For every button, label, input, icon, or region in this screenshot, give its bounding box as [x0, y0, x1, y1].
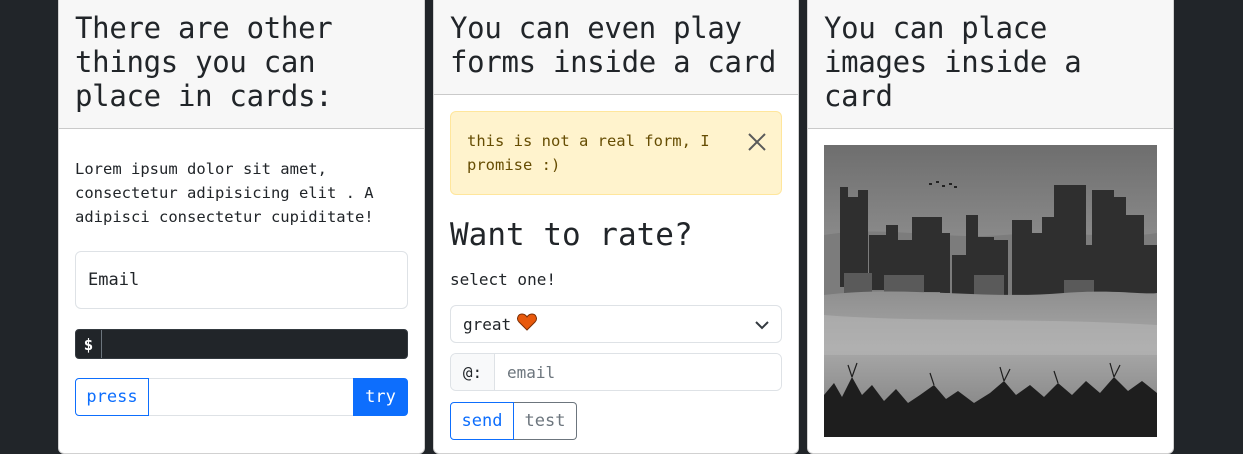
card-images: You can place images inside a card: [807, 0, 1174, 454]
orange-heart-icon: [517, 313, 538, 335]
send-button[interactable]: send: [450, 402, 514, 440]
rating-select[interactable]: great: [450, 305, 782, 343]
card-header: You can place images inside a card: [808, 0, 1173, 129]
chevron-down-icon: [755, 315, 769, 334]
email-input[interactable]: [495, 354, 781, 390]
email-label: Email: [88, 270, 140, 290]
select-label: select one!: [450, 270, 556, 289]
try-button[interactable]: try: [353, 378, 408, 416]
card-header: You can even play forms inside a card: [434, 0, 798, 95]
email-field[interactable]: Email: [75, 251, 408, 309]
card-other-things: There are other things you can place in …: [58, 0, 425, 454]
card-forms: You can even play forms inside a card th…: [433, 0, 799, 454]
alert-text: this is not a real form, I promise :): [467, 132, 710, 174]
send-test-group: send test: [450, 402, 782, 440]
at-addon: @:: [451, 354, 495, 390]
test-button[interactable]: test: [514, 402, 577, 440]
card-body: [808, 129, 1173, 453]
lorem-text: Lorem ipsum dolor sit amet, consectetur …: [75, 160, 374, 226]
card-header: There are other things you can place in …: [59, 0, 424, 129]
city-skyline-image: [824, 145, 1157, 437]
press-try-input[interactable]: [149, 378, 353, 416]
dollar-addon: $: [76, 330, 102, 358]
dollar-input-group: $: [75, 329, 408, 359]
press-button[interactable]: press: [75, 378, 149, 416]
card-body: this is not a real form, I promise :) Wa…: [434, 95, 798, 453]
warning-alert: this is not a real form, I promise :): [450, 111, 782, 195]
select-value-text: great: [463, 314, 512, 334]
card-body: Lorem ipsum dolor sit amet, consectetur …: [59, 129, 424, 432]
rate-heading: Want to rate?: [450, 217, 693, 253]
press-try-group: press try: [75, 378, 408, 416]
close-icon[interactable]: [747, 132, 767, 152]
select-value: great: [463, 313, 538, 335]
email-input-group: @:: [450, 353, 782, 391]
dollar-input[interactable]: [102, 330, 407, 358]
